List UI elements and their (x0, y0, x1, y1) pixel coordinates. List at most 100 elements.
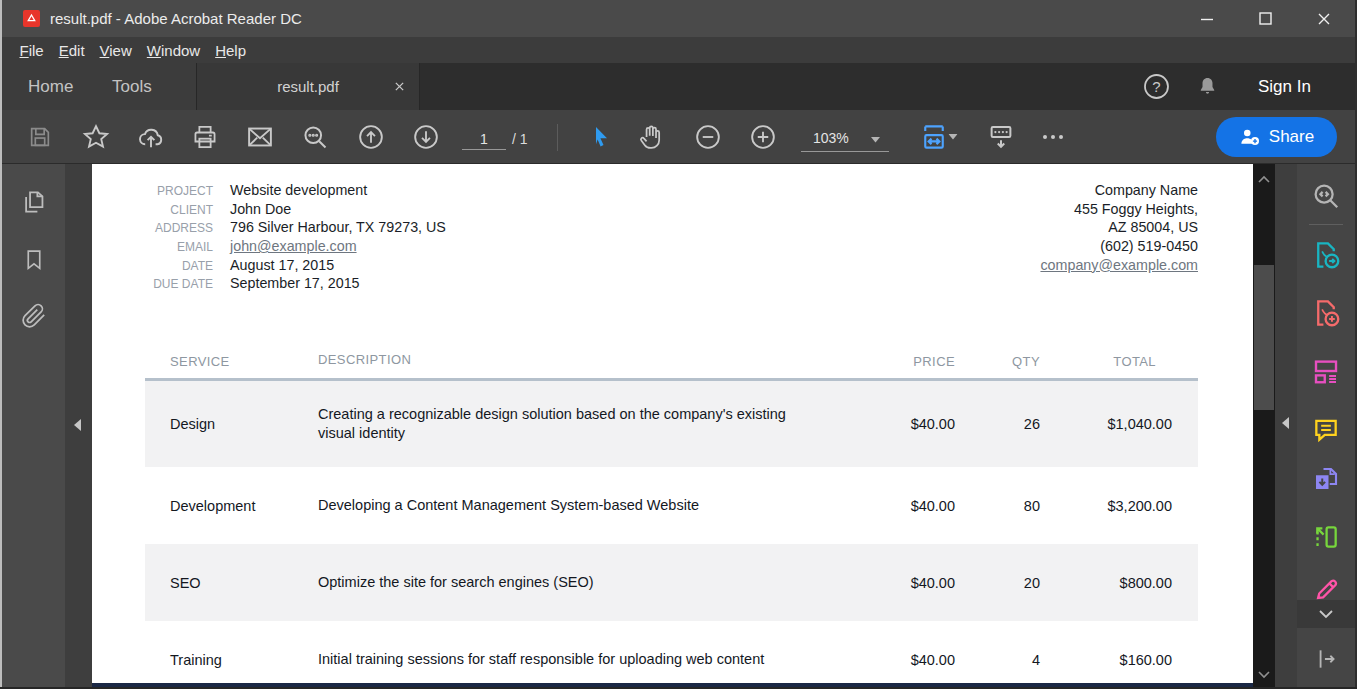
page-count-label: / 1 (512, 128, 528, 150)
invoice-table: SERVICEDESCRIPTIONPRICEQTYTOTAL DesignCr… (145, 344, 1198, 689)
menu-window[interactable]: Window (139, 42, 207, 59)
select-tool-icon[interactable] (588, 124, 612, 150)
attachments-icon[interactable] (21, 303, 47, 329)
create-pdf-icon[interactable] (1311, 298, 1342, 329)
minimize-button[interactable] (1178, 0, 1236, 37)
invoice-meta-value-link[interactable]: john@example.com (230, 238, 357, 254)
title-bar: result.pdf - Adobe Acrobat Reader DC (0, 0, 1357, 37)
organize-pages-icon[interactable] (1311, 356, 1341, 386)
column-header-description: DESCRIPTION (318, 350, 863, 369)
more-tools-strip[interactable] (1297, 600, 1355, 628)
star-icon[interactable] (82, 123, 110, 151)
fit-width-caret-icon[interactable] (949, 134, 958, 140)
cell-price: $40.00 (863, 575, 955, 591)
menu-edit[interactable]: Edit (51, 42, 92, 59)
help-icon[interactable]: ? (1143, 73, 1170, 104)
page-scrolling-icon[interactable] (986, 122, 1016, 152)
tab-tools[interactable]: Tools (112, 63, 152, 110)
zoom-caret-icon (871, 130, 880, 146)
invoice-row-training: TrainingInitial training sessions for st… (145, 621, 1198, 689)
invoice-meta-label: ADDRESS (145, 221, 213, 235)
close-button[interactable] (1295, 0, 1353, 37)
scrollbar-thumb[interactable] (1254, 265, 1274, 410)
tab-home[interactable]: Home (28, 63, 73, 110)
cell-description: Initial training sessions for staff resp… (318, 650, 863, 669)
bookmarks-icon[interactable] (22, 248, 47, 273)
vertical-scrollbar[interactable] (1253, 164, 1275, 689)
zoom-out-icon[interactable] (694, 123, 722, 151)
invoice-meta-value: Website development (230, 182, 367, 198)
maximize-button[interactable] (1236, 0, 1294, 37)
cell-qty: 26 (955, 416, 1040, 432)
page-thumbnails-icon[interactable] (21, 189, 48, 216)
page-number-input[interactable]: 1 (462, 128, 506, 150)
scroll-down-icon[interactable] (1257, 665, 1271, 683)
crop-pages-icon[interactable] (1312, 523, 1341, 552)
save-icon[interactable] (28, 125, 53, 150)
previous-page-icon[interactable] (357, 123, 385, 151)
comment-tool-icon[interactable] (1312, 416, 1341, 445)
cell-price: $40.00 (863, 416, 955, 432)
hand-tool-icon[interactable] (637, 123, 665, 151)
cell-total: $1,040.00 (1040, 416, 1198, 432)
tab-close-icon[interactable] (394, 63, 405, 110)
more-tools-icon[interactable] (1041, 133, 1065, 141)
cell-qty: 20 (955, 575, 1040, 591)
notification-bell-icon[interactable] (1196, 75, 1219, 102)
scroll-up-icon[interactable] (1257, 170, 1271, 188)
collapse-right-panel-icon[interactable] (1282, 417, 1289, 429)
cell-price: $40.00 (863, 652, 955, 668)
tab-document-label: result.pdf (277, 78, 339, 95)
column-header-price: PRICE (863, 354, 955, 369)
tab-document[interactable]: result.pdf (196, 63, 420, 110)
email-icon[interactable] (246, 123, 275, 152)
cell-qty: 80 (955, 498, 1040, 514)
menu-file[interactable]: File (12, 42, 51, 59)
main-toolbar: 1 / 1 103% (0, 110, 1357, 164)
collapse-left-panel-icon[interactable] (74, 419, 81, 431)
menu-view[interactable]: View (92, 42, 139, 59)
menu-bar: FileEditViewWindowHelp (0, 37, 1357, 63)
menu-help[interactable]: Help (208, 42, 254, 59)
menu-items: FileEditViewWindowHelp (0, 37, 1357, 63)
share-button[interactable]: Share (1216, 117, 1337, 157)
invoice-meta-row: CLIENTJohn Doe (145, 200, 446, 219)
search-icon[interactable] (301, 123, 329, 151)
export-pdf-icon[interactable] (1311, 240, 1342, 271)
company-line: (602) 519-0450 (1040, 237, 1198, 256)
rail-divider (1309, 224, 1343, 225)
invoice-meta-value: John Doe (230, 201, 291, 217)
cell-total: $160.00 (1040, 652, 1198, 668)
print-icon[interactable] (192, 124, 219, 151)
tab-left-block: Home Tools (0, 63, 196, 110)
invoice-meta-row: DUE DATESeptember 17, 2015 (145, 274, 446, 293)
invoice-meta-label: EMAIL (145, 240, 213, 254)
cloud-upload-icon[interactable] (137, 123, 166, 152)
next-page-icon[interactable] (412, 123, 440, 151)
invoice-meta-label: DATE (145, 259, 213, 273)
cell-price: $40.00 (863, 498, 955, 514)
zoom-level-dropdown[interactable]: 103% (801, 124, 889, 152)
cell-service: SEO (145, 575, 318, 591)
open-tools-pane-icon[interactable] (1313, 646, 1339, 672)
fit-width-icon[interactable] (919, 122, 949, 152)
company-email-link[interactable]: company@example.com (1040, 256, 1198, 275)
cell-description: Creating a recognizable design solution … (318, 405, 863, 443)
right-panel-collapse-gutter[interactable] (1275, 164, 1297, 689)
invoice-meta-value: August 17, 2015 (230, 257, 334, 273)
combine-files-icon[interactable] (1311, 464, 1341, 494)
invoice-meta: PROJECTWebsite developmentCLIENTJohn Doe… (145, 181, 446, 293)
left-panel-collapse-gutter[interactable] (65, 164, 92, 689)
invoice-meta-row: DATE August 17, 2015 (145, 256, 446, 275)
sign-in-button[interactable]: Sign In (1258, 63, 1311, 110)
zoom-level-value: 103% (813, 130, 849, 146)
toolbar-divider (557, 124, 558, 151)
invoice-meta-row: ADDRESS796 Silver Harbour, TX 79273, US (145, 218, 446, 237)
company-line: AZ 85004, US (1040, 218, 1198, 237)
find-tool-icon[interactable] (1311, 181, 1341, 211)
invoice-table-body: DesignCreating a recognizable design sol… (145, 381, 1198, 689)
share-button-label: Share (1269, 127, 1314, 147)
column-header-service: SERVICE (145, 354, 318, 369)
zoom-in-icon[interactable] (749, 123, 777, 151)
cell-total: $800.00 (1040, 575, 1198, 591)
